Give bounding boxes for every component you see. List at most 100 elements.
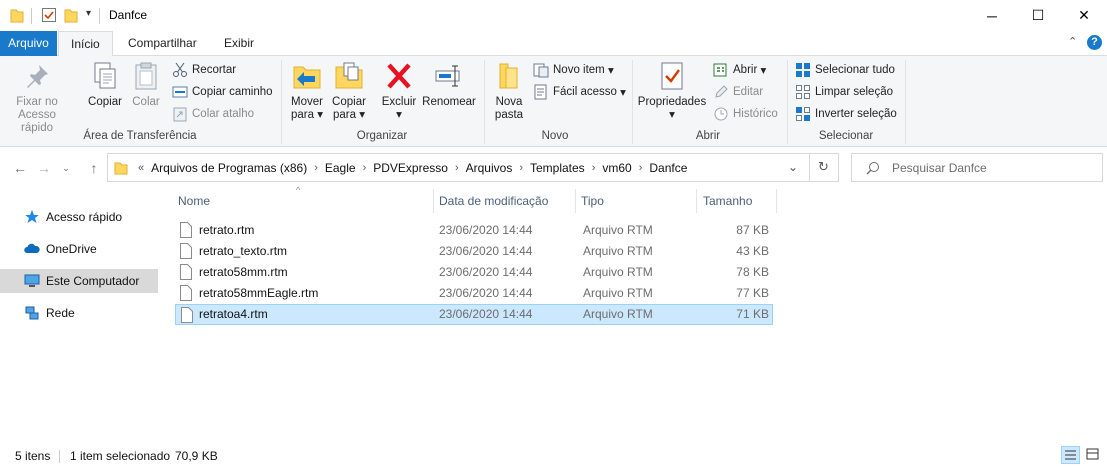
file-row[interactable]: retrato_texto.rtm 23/06/2020 14:44 Arqui… bbox=[175, 241, 773, 262]
rename-button[interactable]: Renomear bbox=[420, 60, 478, 109]
recent-locations-icon[interactable]: ⌄ bbox=[56, 158, 76, 178]
sidebar-item-this-pc[interactable]: Este Computador bbox=[0, 269, 158, 293]
search-box[interactable]: Pesquisar Danfce bbox=[851, 153, 1103, 182]
help-icon[interactable]: ? bbox=[1087, 35, 1102, 50]
breadcrumb-item[interactable]: Arquivos bbox=[463, 161, 516, 175]
file-icon bbox=[180, 264, 192, 280]
back-arrow-icon[interactable]: ← bbox=[10, 158, 30, 178]
column-divider[interactable] bbox=[776, 189, 777, 213]
select-none-button[interactable]: Limpar seleção bbox=[795, 82, 893, 102]
select-none-icon bbox=[796, 85, 810, 99]
new-item-button[interactable]: Novo item ▾ bbox=[533, 60, 614, 80]
navigation-pane: Acesso rápido OneDrive Este Computador R… bbox=[0, 186, 160, 436]
divider bbox=[59, 450, 60, 463]
breadcrumb-overflow[interactable]: « bbox=[134, 162, 148, 174]
file-date: 23/06/2020 14:44 bbox=[439, 286, 533, 300]
history-icon bbox=[714, 107, 728, 121]
breadcrumb-chevron-icon[interactable]: › bbox=[451, 162, 463, 174]
ribbon-tabs: Arquivo Início Compartilhar Exibir ⌃ ? bbox=[0, 31, 1107, 57]
file-icon bbox=[180, 285, 192, 301]
open-button[interactable]: Abrir ▾ bbox=[713, 60, 766, 80]
forward-arrow-icon[interactable]: → bbox=[34, 158, 54, 178]
breadcrumb-chevron-icon[interactable]: › bbox=[588, 162, 600, 174]
paste-button[interactable]: Colar bbox=[128, 60, 164, 109]
breadcrumb-item[interactable]: vm60 bbox=[599, 161, 634, 175]
move-to-button[interactable]: Mover para ▾ bbox=[287, 60, 327, 122]
group-label-organize: Organizar bbox=[356, 130, 408, 142]
selection-info: 1 item selecionado bbox=[70, 449, 171, 463]
customize-toolbar-icon[interactable]: ▾ bbox=[86, 8, 91, 19]
address-dropdown-icon[interactable]: ⌄ bbox=[788, 160, 798, 174]
sidebar-item-onedrive[interactable]: OneDrive bbox=[0, 237, 158, 261]
tab-home[interactable]: Início bbox=[58, 31, 113, 57]
breadcrumb: « Arquivos de Programas (x86) › Eagle › … bbox=[134, 161, 690, 175]
easy-access-button[interactable]: Fácil acesso ▾ bbox=[533, 82, 626, 102]
file-size: 77 KB bbox=[736, 286, 769, 300]
file-name: retrato58mm.rtm bbox=[199, 265, 288, 279]
file-row-selected[interactable]: retratoa4.rtm 23/06/2020 14:44 Arquivo R… bbox=[175, 304, 773, 325]
copy-path-icon bbox=[172, 86, 188, 98]
file-row[interactable]: retrato.rtm 23/06/2020 14:44 Arquivo RTM… bbox=[175, 220, 773, 241]
refresh-icon[interactable]: ↻ bbox=[818, 159, 829, 175]
close-button[interactable]: ✕ bbox=[1061, 0, 1107, 31]
select-all-button[interactable]: Selecionar tudo bbox=[795, 60, 895, 80]
file-size: 71 KB bbox=[736, 307, 769, 321]
minimize-button[interactable]: ─ bbox=[969, 0, 1015, 31]
column-header-date[interactable]: Data de modificação bbox=[433, 186, 575, 216]
tab-file[interactable]: Arquivo bbox=[0, 31, 57, 56]
divider bbox=[809, 154, 810, 181]
file-row[interactable]: retrato58mmEagle.rtm 23/06/2020 14:44 Ar… bbox=[175, 283, 773, 304]
properties-button[interactable]: Propriedades ▾ bbox=[637, 60, 707, 122]
breadcrumb-chevron-icon[interactable]: › bbox=[359, 162, 371, 174]
delete-button[interactable]: Excluir ▾ bbox=[380, 60, 418, 122]
scissors-icon bbox=[173, 62, 187, 77]
sidebar-item-quick-access[interactable]: Acesso rápido bbox=[0, 205, 158, 229]
new-folder-icon[interactable] bbox=[64, 7, 78, 23]
edit-button[interactable]: Editar bbox=[713, 82, 763, 102]
column-header-name[interactable]: Nome bbox=[172, 186, 432, 216]
breadcrumb-item[interactable]: Danfce bbox=[646, 161, 690, 175]
paste-shortcut-button[interactable]: Colar atalho bbox=[172, 104, 254, 124]
history-button[interactable]: Histórico bbox=[713, 104, 778, 124]
group-label-new: Novo bbox=[541, 130, 569, 142]
group-divider bbox=[281, 60, 282, 144]
copy-path-button[interactable]: Copiar caminho bbox=[172, 82, 273, 102]
file-date: 23/06/2020 14:44 bbox=[439, 307, 533, 321]
file-row[interactable]: retrato58mm.rtm 23/06/2020 14:44 Arquivo… bbox=[175, 262, 773, 283]
edit-icon bbox=[715, 85, 728, 98]
breadcrumb-chevron-icon[interactable]: › bbox=[635, 162, 647, 174]
breadcrumb-item[interactable]: Arquivos de Programas (x86) bbox=[148, 161, 310, 175]
large-icons-view-button[interactable] bbox=[1084, 446, 1103, 464]
copy-to-icon bbox=[335, 62, 363, 89]
pin-quick-access-button[interactable]: Fixar no Acesso rápido bbox=[6, 60, 68, 135]
breadcrumb-chevron-icon[interactable]: › bbox=[310, 162, 322, 174]
breadcrumb-chevron-icon[interactable]: › bbox=[515, 162, 527, 174]
copy-button[interactable]: Copiar bbox=[84, 60, 126, 109]
details-view-button[interactable] bbox=[1061, 446, 1080, 464]
cut-button[interactable]: Recortar bbox=[172, 60, 236, 80]
file-list: ^ Nome Data de modificação Tipo Tamanho … bbox=[172, 185, 1107, 436]
address-bar[interactable]: « Arquivos de Programas (x86) › Eagle › … bbox=[107, 153, 839, 182]
breadcrumb-item[interactable]: Eagle bbox=[322, 161, 359, 175]
maximize-button[interactable]: ☐ bbox=[1015, 0, 1061, 31]
new-folder-button[interactable]: Nova pasta bbox=[490, 60, 528, 122]
file-name: retratoa4.rtm bbox=[199, 307, 268, 321]
breadcrumb-item[interactable]: PDVExpresso bbox=[370, 161, 451, 175]
file-type: Arquivo RTM bbox=[583, 223, 653, 237]
selection-size: 70,9 KB bbox=[175, 449, 218, 463]
search-placeholder: Pesquisar Danfce bbox=[892, 160, 987, 175]
invert-selection-button[interactable]: Inverter seleção bbox=[795, 104, 897, 124]
collapse-ribbon-icon[interactable]: ⌃ bbox=[1068, 35, 1077, 48]
column-header-size[interactable]: Tamanho bbox=[697, 186, 777, 216]
properties-check-icon[interactable] bbox=[41, 7, 57, 23]
sidebar-item-network[interactable]: Rede bbox=[0, 301, 158, 325]
column-header-type[interactable]: Tipo bbox=[575, 186, 697, 216]
copy-to-button[interactable]: Copiar para ▾ bbox=[329, 60, 369, 122]
file-type: Arquivo RTM bbox=[583, 307, 653, 321]
file-name: retrato_texto.rtm bbox=[199, 244, 288, 258]
file-icon bbox=[181, 307, 193, 323]
up-arrow-icon[interactable]: ↑ bbox=[84, 158, 104, 178]
breadcrumb-item[interactable]: Templates bbox=[527, 161, 588, 175]
tab-share[interactable]: Compartilhar bbox=[116, 31, 209, 56]
tab-view[interactable]: Exibir bbox=[212, 31, 266, 56]
